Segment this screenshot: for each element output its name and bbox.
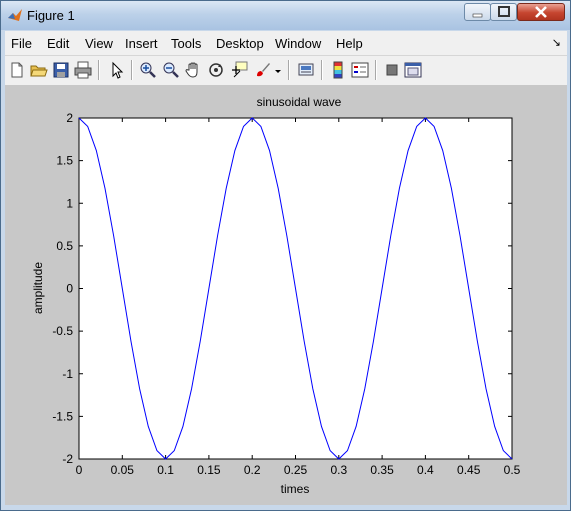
minimize-icon [472, 13, 483, 18]
toolbar-separator [288, 60, 290, 80]
figure-window: Figure 1 File Edit View Insert Tools Des… [0, 0, 571, 511]
menu-view[interactable]: View [85, 36, 113, 51]
y-tick-label: -1.5 [52, 409, 73, 423]
x-tick-label: 0.05 [111, 463, 135, 477]
minimize-button[interactable] [464, 3, 491, 21]
x-tick-label: 0.15 [197, 463, 221, 477]
plot-canvas[interactable]: sinusoidal wave 0 0.05 0.1 0.15 0.2 0.25 0.3 0.… [5, 85, 567, 505]
link-plot-icon[interactable] [297, 61, 315, 79]
x-tick-label: 0.4 [417, 463, 434, 477]
x-tick-label: 0.25 [284, 463, 308, 477]
save-icon[interactable] [52, 61, 70, 79]
figure-toolbar [5, 55, 567, 85]
toolbar-separator [375, 60, 377, 80]
open-file-icon[interactable] [30, 61, 48, 79]
edit-plot-arrow-icon[interactable] [108, 61, 126, 79]
y-tick-label: 0.5 [56, 239, 73, 253]
menu-file[interactable]: File [11, 36, 32, 51]
menu-window[interactable]: Window [275, 36, 321, 51]
menu-help[interactable]: Help [336, 36, 363, 51]
window-title: Figure 1 [27, 8, 75, 23]
menu-desktop[interactable]: Desktop [216, 36, 264, 51]
y-tick-label: -2 [62, 452, 73, 466]
brush-icon[interactable] [254, 61, 272, 79]
y-tick-label: -1 [62, 367, 73, 381]
x-tick-label: 0.2 [244, 463, 261, 477]
data-cursor-icon[interactable] [230, 61, 248, 79]
y-tick-label: 1 [66, 196, 73, 210]
menu-bar: File Edit View Insert Tools Desktop Wind… [5, 31, 567, 55]
x-tick-label: 0.1 [157, 463, 174, 477]
maximize-button[interactable] [490, 3, 517, 21]
brush-dropdown-icon[interactable] [273, 61, 283, 79]
x-tick-label: 0.45 [457, 463, 481, 477]
pan-hand-icon[interactable] [184, 61, 202, 79]
menu-edit[interactable]: Edit [47, 36, 69, 51]
close-button[interactable] [517, 3, 565, 21]
y-tick-label: 0 [66, 282, 73, 296]
toolbar-separator [131, 60, 133, 80]
x-axis-label: times [281, 482, 310, 496]
y-axis-label: amplitude [31, 262, 45, 314]
x-tick-label: 0.3 [330, 463, 347, 477]
matlab-logo-icon [8, 9, 22, 21]
y-tick-label: -0.5 [52, 324, 73, 338]
insert-legend-icon[interactable] [351, 61, 369, 79]
x-tick-label: 0.35 [370, 463, 394, 477]
x-tick-label: 0.5 [504, 463, 521, 477]
y-tick-label: 1.5 [56, 154, 73, 168]
chart-title: sinusoidal wave [257, 95, 342, 109]
new-figure-icon[interactable] [8, 61, 26, 79]
zoom-out-icon[interactable] [162, 61, 180, 79]
show-plot-tools-icon[interactable] [404, 61, 422, 79]
toolbar-separator [321, 60, 323, 80]
y-tick-label: 2 [66, 111, 73, 125]
maximize-icon [498, 6, 510, 17]
dock-arrow-icon[interactable]: ↘ [552, 36, 561, 49]
insert-colorbar-icon[interactable] [329, 61, 347, 79]
zoom-in-icon[interactable] [139, 61, 157, 79]
rotate-3d-icon[interactable] [207, 61, 225, 79]
x-tick-label: 0 [76, 463, 83, 477]
title-bar[interactable]: Figure 1 [1, 1, 570, 30]
menu-tools[interactable]: Tools [171, 36, 201, 51]
figure-area: sinusoidal wave 0 0.05 0.1 0.15 0.2 0.25 0.3 0.… [5, 85, 567, 505]
toolbar-separator [98, 60, 100, 80]
menu-insert[interactable]: Insert [125, 36, 158, 51]
hide-plot-tools-icon[interactable] [383, 61, 401, 79]
close-icon [535, 6, 547, 18]
print-icon[interactable] [74, 61, 92, 79]
